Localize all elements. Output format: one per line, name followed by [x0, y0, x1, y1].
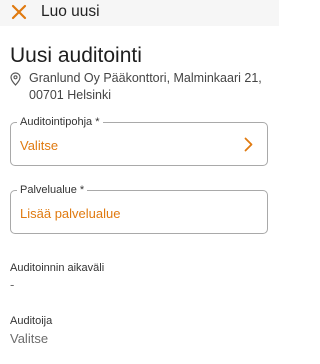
auditors-select[interactable]: Valitse — [10, 330, 48, 347]
chevron-right-icon — [244, 137, 253, 152]
app-bar: Luo uusi — [0, 0, 279, 26]
page-title: Uusi auditointi — [10, 44, 142, 67]
close-icon[interactable] — [10, 3, 28, 21]
auditors-label: Auditoija — [10, 315, 53, 327]
service-area-field-label: Palvelualue * — [17, 183, 88, 197]
template-field-label: Auditointipohja * — [17, 115, 103, 129]
address-line-1: Granlund Oy Pääkonttori, Malminkaari 21, — [29, 71, 262, 85]
add-service-area-link[interactable]: Lisää palvelualue — [20, 205, 120, 222]
service-area-field[interactable]: Palvelualue * Lisää palvelualue — [10, 183, 268, 234]
location-pin-icon — [10, 72, 21, 86]
template-field[interactable]: Auditointipohja * Valitse — [10, 115, 268, 166]
app-bar-title: Luo uusi — [41, 3, 100, 20]
audit-period-value[interactable]: - — [10, 276, 14, 293]
screen: Luo uusi Uusi auditointi Granlund Oy Pää… — [0, 0, 279, 364]
audit-period-label: Auditoinnin aikaväli — [10, 262, 105, 274]
location-address: Granlund Oy Pääkonttori, Malminkaari 21,… — [29, 70, 277, 104]
template-field-value: Valitse — [20, 138, 59, 153]
address-line-2: 00701 Helsinki — [29, 88, 111, 102]
